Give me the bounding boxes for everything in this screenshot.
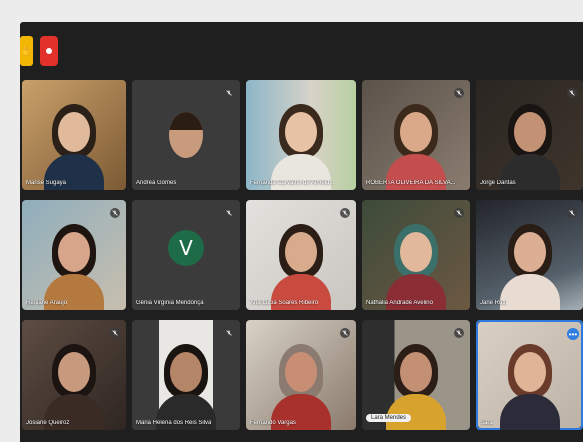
participant-tile[interactable]: Fernanda Carvalho de Almeid... <box>246 80 356 190</box>
participant-name: Josiane Queiroz <box>26 420 70 426</box>
participant-tile[interactable]: Lara Mendes <box>362 320 470 430</box>
record-icon[interactable] <box>40 36 58 66</box>
participant-name: Lara Mendes <box>366 414 412 422</box>
muted-mic-icon <box>224 88 234 98</box>
participant-name: Marise Sugaya <box>26 180 67 186</box>
speaking-indicator-icon: ••• <box>567 328 579 340</box>
participant-name: Maria Helena dos Reis Silva <box>136 420 212 426</box>
muted-mic-icon <box>454 208 464 218</box>
muted-mic-icon <box>224 328 234 338</box>
participant-tile[interactable]: Josiane Queiroz <box>22 320 126 430</box>
participant-tile[interactable]: Regiane Araújo <box>22 200 126 310</box>
participant-video <box>499 104 560 190</box>
participant-name: Fernanda Carvalho de Almeid... <box>250 180 335 186</box>
participant-avatar <box>169 112 203 158</box>
participant-video <box>271 104 331 190</box>
participant-tile[interactable]: V Gênia Virgínia Mendonça <box>132 200 240 310</box>
participant-tile[interactable]: Maria Helena dos Reis Silva <box>132 320 240 430</box>
muted-mic-icon <box>567 208 577 218</box>
participant-tile[interactable]: Nathália Andrade Avelino <box>362 200 470 310</box>
participant-video <box>499 224 560 310</box>
participant-name: Nathália Andrade Avelino <box>366 300 433 306</box>
participant-name: Jorge Dantas <box>480 180 516 186</box>
participant-name: Gênia Virgínia Mendonça <box>136 300 204 306</box>
muted-mic-icon <box>567 88 577 98</box>
participant-video <box>156 344 216 430</box>
participant-video <box>499 344 560 430</box>
muted-mic-icon <box>110 328 120 338</box>
participant-name: Fernando Vargas <box>250 420 296 426</box>
participant-tile[interactable]: Marise Sugaya <box>22 80 126 190</box>
muted-mic-icon <box>454 328 464 338</box>
participant-video <box>44 344 104 430</box>
muted-mic-icon <box>340 328 350 338</box>
participant-avatar: V <box>168 230 204 267</box>
raise-hand-icon[interactable]: ✋ <box>20 36 33 66</box>
participant-video <box>271 344 331 430</box>
participant-name: ROBERTA OLIVEIRA DA SILVA... <box>366 180 456 186</box>
participant-tile[interactable]: Fernando Vargas <box>246 320 356 430</box>
participant-tile[interactable]: Jane Ruth <box>476 200 583 310</box>
muted-mic-icon <box>224 208 234 218</box>
participant-tile[interactable]: Jorge Dantas <box>476 80 583 190</box>
participant-name: Ana Lúcia Soares Ribeiro <box>250 300 319 306</box>
participant-name: Jane Ruth <box>480 300 508 306</box>
muted-mic-icon <box>340 208 350 218</box>
participant-name: Regiane Araújo <box>26 300 68 306</box>
video-call-window: ✋ Marise Sugaya Andrea Gomes Fernanda Ca… <box>20 22 583 442</box>
participant-video <box>44 224 104 310</box>
muted-mic-icon <box>454 88 464 98</box>
participant-name: Sara <box>480 420 493 426</box>
participant-video <box>271 224 331 310</box>
participant-video <box>386 224 446 310</box>
muted-mic-icon <box>110 208 120 218</box>
participant-tile[interactable]: ROBERTA OLIVEIRA DA SILVA... <box>362 80 470 190</box>
participant-name: Andrea Gomes <box>136 180 177 186</box>
participant-tile[interactable]: Ana Lúcia Soares Ribeiro <box>246 200 356 310</box>
participant-video <box>44 104 104 190</box>
participant-tile[interactable]: Andrea Gomes <box>132 80 240 190</box>
active-speaker-tile[interactable]: ••• Sara <box>476 320 583 430</box>
participant-video <box>386 104 446 190</box>
